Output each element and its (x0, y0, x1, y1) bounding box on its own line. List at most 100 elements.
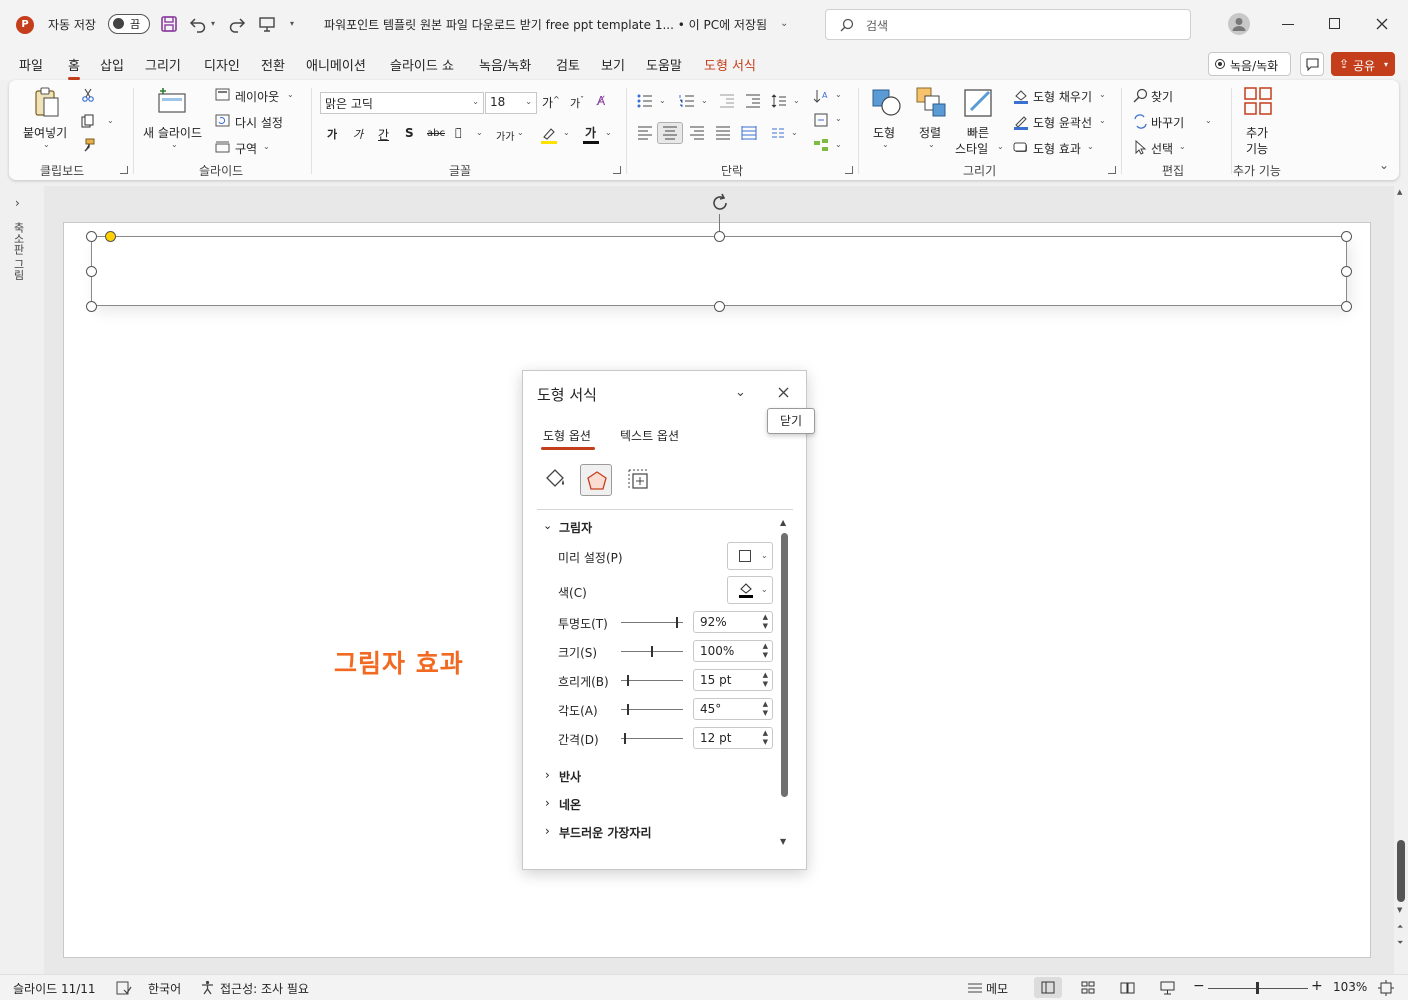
pane-close-icon[interactable] (778, 387, 789, 398)
columns-dropdown-icon[interactable]: ⌄ (791, 128, 798, 137)
font-color-icon[interactable]: 가 (583, 124, 599, 144)
adjust-handle[interactable] (105, 231, 116, 242)
slider-thumb[interactable] (651, 646, 653, 657)
spelling-check-icon[interactable] (116, 981, 132, 996)
increase-indent-icon[interactable] (745, 94, 761, 108)
section-label[interactable]: 구역 (235, 140, 257, 157)
zoom-level[interactable]: 103% (1333, 980, 1367, 994)
line-spacing-dropdown-icon[interactable]: ⌄ (793, 96, 800, 105)
tab-record[interactable]: 녹음/녹화 (479, 55, 531, 74)
reset-label[interactable]: 다시 설정 (235, 114, 283, 131)
soft-edges-section-header[interactable]: 부드러운 가장자리 (559, 824, 652, 841)
smartart-icon[interactable] (813, 138, 829, 154)
char-spacing-dropdown-icon[interactable]: ⌄ (476, 128, 483, 137)
tab-shape-options[interactable]: 도형 옵션 (543, 427, 591, 444)
reflection-section-header[interactable]: 반사 (559, 768, 581, 785)
pane-scroll-down-icon[interactable]: ▼ (780, 837, 786, 846)
select-icon[interactable] (1133, 140, 1148, 155)
slider-thumb[interactable] (627, 704, 629, 715)
selected-rectangle-shape[interactable] (91, 236, 1347, 306)
layout-icon[interactable] (215, 88, 230, 101)
resize-handle-top-left[interactable] (86, 231, 97, 242)
size-properties-icon[interactable] (627, 468, 651, 492)
slide-sorter-icon[interactable] (1081, 981, 1095, 994)
thumbnails-label[interactable]: 축소판 그림 (10, 222, 26, 281)
bold-icon[interactable]: 가 (327, 126, 337, 142)
shapes-button[interactable]: 도형 ⌄ (867, 84, 907, 156)
shape-fill-label[interactable]: 도형 채우기 (1033, 88, 1092, 105)
distributed-icon[interactable] (741, 126, 757, 140)
bullets-icon[interactable] (637, 94, 653, 108)
pane-scroll-thumb[interactable] (781, 533, 788, 797)
spinner-arrows-icon[interactable]: ▲ ▼ (763, 642, 768, 660)
replace-dropdown-icon[interactable]: ⌄ (1205, 116, 1212, 125)
decrease-font-icon[interactable]: 가ˇ (570, 95, 584, 111)
shadow-preset-dropdown[interactable]: ⌄ (727, 542, 773, 570)
redo-icon[interactable] (228, 15, 246, 33)
minimize-icon[interactable] (1282, 24, 1294, 25)
slider-thumb[interactable] (676, 617, 679, 628)
transparency-spinner[interactable]: 92% ▲ ▼ (693, 611, 773, 633)
vertical-scrollbar[interactable]: ▲ ▼ ⏶ ⏷ (1394, 186, 1408, 974)
pane-scroll-up-icon[interactable]: ▲ (780, 518, 786, 527)
strikethrough-icon[interactable]: abc (427, 128, 445, 139)
search-box[interactable]: 검색 (825, 9, 1191, 40)
zoom-slider-thumb[interactable] (1256, 982, 1259, 994)
clear-format-icon[interactable]: A̸ (597, 94, 605, 108)
size-spinner[interactable]: 100% ▲ ▼ (693, 640, 773, 662)
text-direction-icon[interactable]: A (813, 88, 829, 104)
close-window-icon[interactable] (1376, 18, 1388, 30)
glow-chevron-icon[interactable]: › (545, 796, 550, 810)
resize-handle-left[interactable] (86, 266, 97, 277)
align-center-button[interactable] (657, 122, 683, 144)
shadow-icon[interactable]: S (405, 126, 414, 140)
tab-file[interactable]: 파일 (19, 55, 43, 74)
fit-to-window-icon[interactable] (1378, 980, 1394, 996)
spinner-arrows-icon[interactable]: ▲ ▼ (763, 729, 768, 747)
scroll-up-icon[interactable]: ▲ (1397, 188, 1402, 196)
tab-animations[interactable]: 애니메이션 (306, 55, 366, 74)
tab-draw[interactable]: 그리기 (145, 55, 181, 74)
angle-slider[interactable] (621, 704, 683, 715)
rotate-handle-icon[interactable] (709, 192, 731, 214)
customize-toolbar-icon[interactable]: ▾ (290, 19, 294, 28)
slider-thumb[interactable] (624, 733, 626, 744)
undo-icon[interactable] (189, 15, 207, 33)
reset-icon[interactable] (215, 114, 230, 127)
resize-handle-bottom-left[interactable] (86, 301, 97, 312)
highlight-icon[interactable] (541, 126, 557, 144)
justify-icon[interactable] (715, 126, 731, 140)
record-button[interactable]: 녹음/녹화 (1208, 52, 1291, 76)
spinner-arrows-icon[interactable]: ▲ ▼ (763, 671, 768, 689)
spinner-arrows-icon[interactable]: ▲ ▼ (763, 613, 768, 631)
font-name-combo[interactable]: 맑은 고딕 ⌄ (320, 92, 484, 114)
slider-thumb[interactable] (627, 675, 629, 686)
next-slide-icon[interactable]: ⏷ (1397, 938, 1403, 948)
align-right-icon[interactable] (689, 126, 705, 140)
tab-view[interactable]: 보기 (601, 55, 625, 74)
align-text-icon[interactable] (813, 112, 829, 128)
soft-edges-chevron-icon[interactable]: › (545, 824, 550, 838)
tab-design[interactable]: 디자인 (204, 55, 240, 74)
decrease-indent-icon[interactable] (719, 94, 735, 108)
tab-slideshow[interactable]: 슬라이드 쇼 (390, 55, 454, 74)
clipboard-launcher-icon[interactable] (120, 166, 128, 174)
resize-handle-top[interactable] (714, 231, 725, 242)
size-slider[interactable] (621, 646, 683, 657)
present-from-start-icon[interactable] (258, 15, 276, 33)
distance-slider[interactable] (621, 733, 683, 744)
quick-styles-button[interactable]: 빠른 스타일 ⌄ (953, 84, 1009, 158)
replace-label[interactable]: 바꾸기 (1151, 114, 1184, 131)
text-direction-dropdown-icon[interactable]: ⌄ (835, 90, 842, 99)
slideshow-view-icon[interactable] (1160, 980, 1175, 995)
accessibility-icon[interactable] (200, 980, 215, 995)
account-avatar[interactable] (1228, 13, 1250, 35)
shape-effects-icon[interactable] (1013, 140, 1029, 156)
undo-dropdown-icon[interactable]: ▾ (211, 19, 215, 28)
blur-slider[interactable] (621, 675, 683, 686)
resize-handle-bottom-right[interactable] (1341, 301, 1352, 312)
change-case-dropdown-icon[interactable]: ⌄ (517, 128, 524, 137)
font-color-dropdown-icon[interactable]: ⌄ (605, 128, 612, 137)
tab-text-options[interactable]: 텍스트 옵션 (620, 427, 679, 444)
language-label[interactable]: 한국어 (148, 980, 181, 997)
